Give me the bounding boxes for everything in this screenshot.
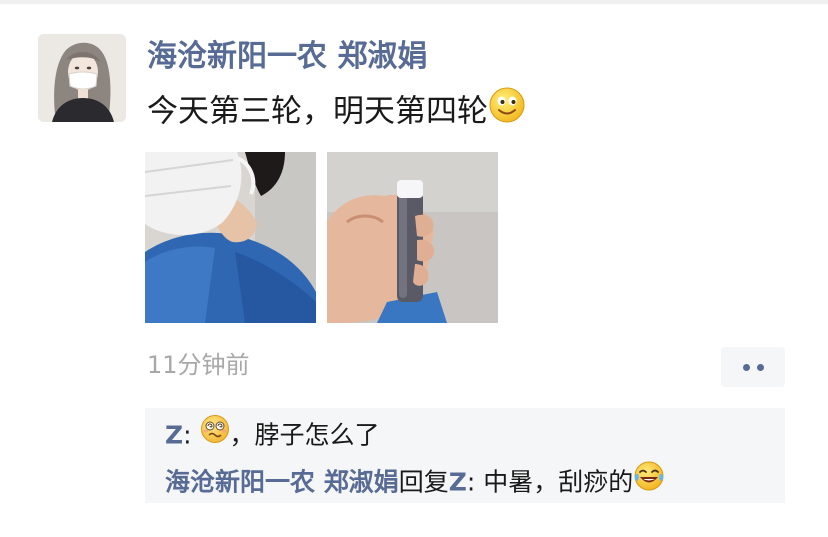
post-time: 11分钟前 xyxy=(147,351,250,379)
comment-text: 中暑，刮痧的 xyxy=(483,467,634,497)
dizzy-face-emoji-icon xyxy=(200,414,230,453)
post-text-line: 今天第三轮，明天第四轮 xyxy=(147,86,526,137)
more-actions-button[interactable] xyxy=(721,347,785,387)
post-photo-2[interactable] xyxy=(327,152,498,323)
comment-author[interactable]: 海沧新阳一农 郑淑娟 xyxy=(165,468,399,497)
comment-separator: : xyxy=(466,467,484,497)
avatar-illustration xyxy=(38,34,126,122)
laughing-tears-emoji-icon xyxy=(633,460,665,501)
smile-emoji-icon xyxy=(488,86,526,134)
comment-row[interactable]: Z: ，脖子怎么了 xyxy=(165,414,380,456)
comment-author[interactable]: Z xyxy=(165,421,183,450)
comments-panel: Z: ，脖子怎么了 海沧新阳一农 郑淑娟回复Z: 中暑，刮痧的 xyxy=(145,408,785,503)
post-text: 今天第三轮，明天第四轮 xyxy=(147,93,488,130)
comment-separator: : xyxy=(183,420,200,450)
reply-word: 回复 xyxy=(398,467,449,497)
top-divider xyxy=(0,0,828,4)
more-dots-icon xyxy=(743,364,750,371)
photo-hand-holding-vial xyxy=(327,152,498,323)
avatar[interactable] xyxy=(38,34,126,122)
photo-person-in-mask xyxy=(145,152,316,323)
more-dots-icon xyxy=(757,364,764,371)
comment-row[interactable]: 海沧新阳一农 郑淑娟回复Z: 中暑，刮痧的 xyxy=(165,460,665,504)
reply-to-name[interactable]: Z xyxy=(449,468,467,497)
post-author-name[interactable]: 海沧新阳一农 郑淑娟 xyxy=(147,38,427,76)
post-photo-1[interactable] xyxy=(145,152,316,323)
comment-text: ，脖子怎么了 xyxy=(229,420,380,450)
